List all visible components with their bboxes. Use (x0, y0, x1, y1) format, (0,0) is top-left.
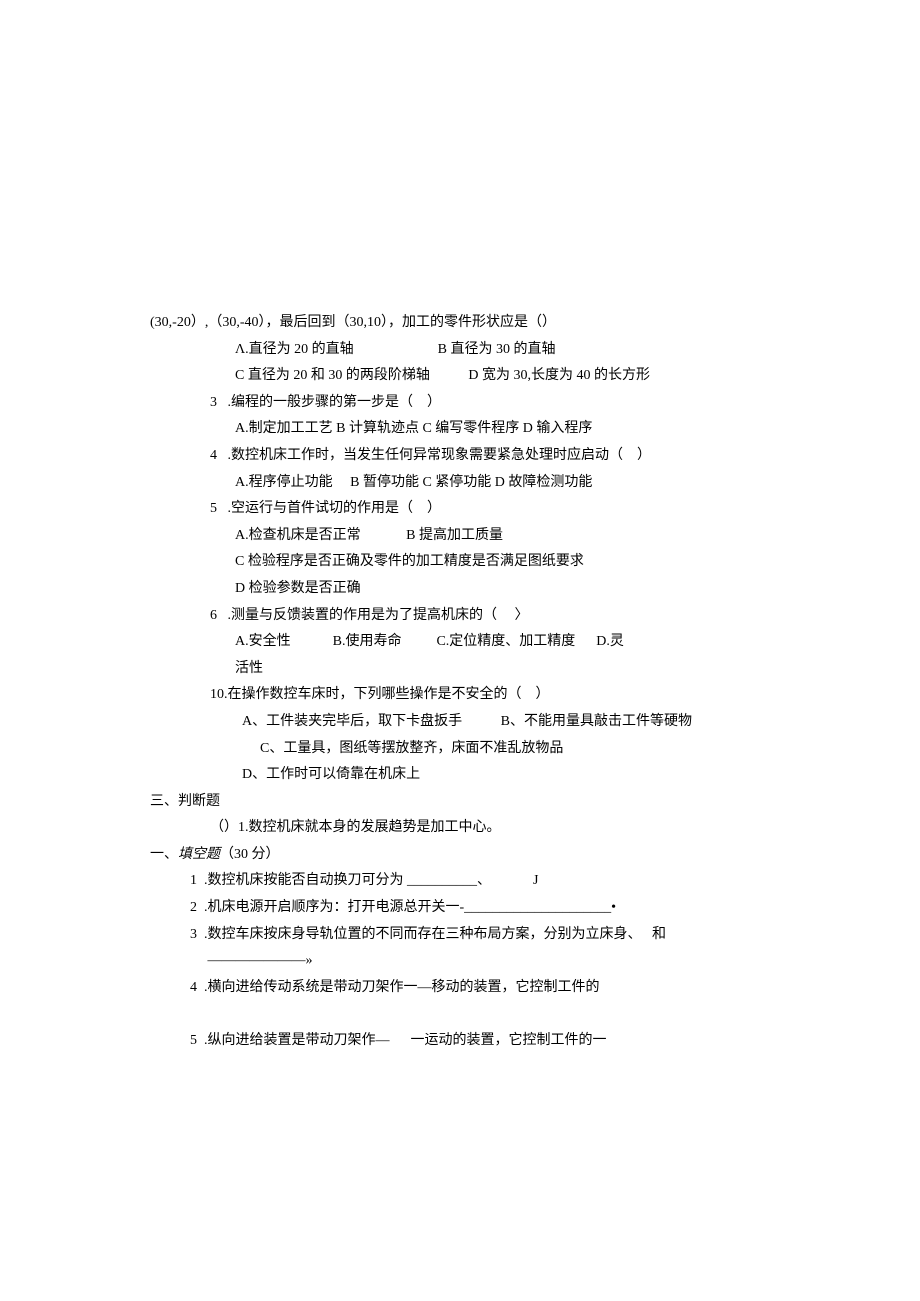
text-line: (30,-20）,（30,-40），最后回到（30,10），加工的零件形状应是（… (150, 310, 770, 337)
text-line: 6 .测量与反馈装置的作用是为了提高机床的（ 〉 (150, 603, 770, 630)
text-line: 4 .数控机床工作时，当发生任何异常现象需要紧急处理时应启动（ ） (150, 443, 770, 470)
text-line (150, 1001, 770, 1028)
text-line: 活性 (150, 656, 770, 683)
text-line: 一、填空题（30 分） (150, 842, 770, 869)
text-line: 3 .数控车床按床身导轨位置的不同而存在三种布局方案，分别为立床身、 和 (150, 922, 770, 949)
text-line: D、工作时可以倚靠在机床上 (150, 762, 770, 789)
text-line: A.检查机床是否正常 B 提高加工质量 (150, 523, 770, 550)
text-line: 2 .机床电源开启顺序为：打开电源总开关一-__________________… (150, 895, 770, 922)
text-line: A.制定加工工艺 B 计算轨迹点 C 编写零件程序 D 输入程序 (150, 416, 770, 443)
text-line: 3 .编程的一般步骤的第一步是（ ） (150, 390, 770, 417)
text-line: A.程序停止功能 B 暂停功能 C 紧停功能 D 故障检测功能 (150, 470, 770, 497)
text-line: ———————» (150, 948, 770, 975)
text-line: C、工量具，图纸等摆放整齐，床面不准乱放物品 (150, 736, 770, 763)
text-line: C 直径为 20 和 30 的两段阶梯轴 D 宽为 30,长度为 40 的长方形 (150, 363, 770, 390)
text-line: 10.在操作数控车床时，下列哪些操作是不安全的（ ） (150, 682, 770, 709)
document-page: (30,-20）,（30,-40），最后回到（30,10），加工的零件形状应是（… (0, 0, 920, 1301)
text-line: A.安全性 B.使用寿命 C.定位精度、加工精度 D.灵 (150, 629, 770, 656)
text-line: A、工件装夹完毕后，取下卡盘扳手 B、不能用量具敲击工件等硬物 (150, 709, 770, 736)
text-line: D 检验参数是否正确 (150, 576, 770, 603)
text-line: 4 .横向进给传动系统是带动刀架作一—移动的装置，它控制工件的 (150, 975, 770, 1002)
text-line: （）1.数控机床就本身的发展趋势是加工中心。 (150, 815, 770, 842)
document-content: (30,-20）,（30,-40），最后回到（30,10），加工的零件形状应是（… (150, 310, 770, 1055)
text-line: 三、判断题 (150, 789, 770, 816)
text-line: 5 .空运行与首件试切的作用是（ ） (150, 496, 770, 523)
text-line: Λ.直径为 20 的直轴 B 直径为 30 的直轴 (150, 337, 770, 364)
text-line: C 检验程序是否正确及零件的加工精度是否满足图纸要求 (150, 549, 770, 576)
text-line: 1 .数控机床按能否自动换刀可分为 __________、 J (150, 868, 770, 895)
text-line: 5 .纵向进给装置是带动刀架作— 一运动的装置，它控制工件的一 (150, 1028, 770, 1055)
